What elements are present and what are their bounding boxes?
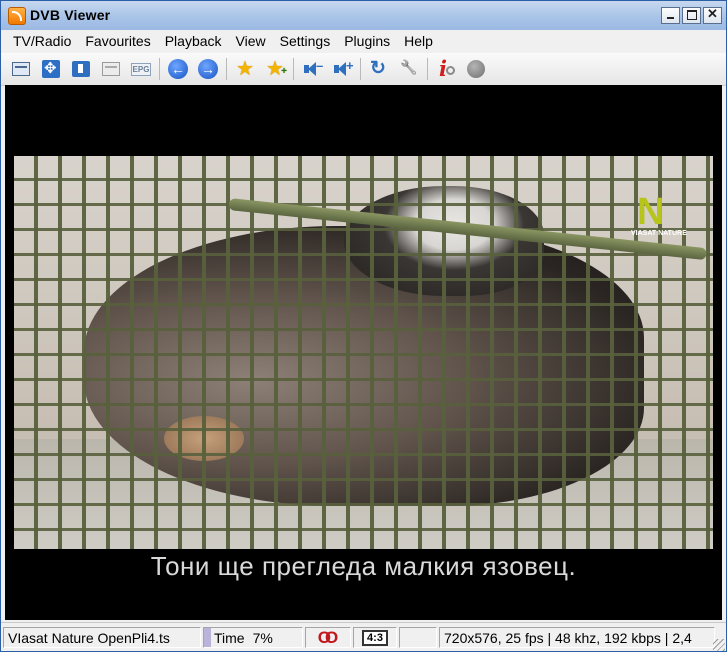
menu-view[interactable]: View: [229, 33, 273, 49]
menu-playback[interactable]: Playback: [158, 33, 229, 49]
add-favourite-icon: ★: [266, 59, 287, 82]
rss-app-icon: [8, 7, 26, 25]
settings-button[interactable]: [397, 57, 421, 81]
volume-down-icon: –: [302, 58, 323, 77]
fullscreen-button[interactable]: [39, 57, 63, 81]
record-icon: [467, 60, 485, 78]
toolbar: EPG ★ ★ – +: [1, 53, 726, 86]
maximize-button[interactable]: [682, 7, 701, 24]
app-window: DVB Viewer ✕ TV/Radio Favourites Playbac…: [0, 0, 727, 652]
window-title: DVB Viewer: [30, 7, 111, 23]
channel-logo-letter: N: [637, 191, 665, 233]
title-bar[interactable]: DVB Viewer ✕: [1, 1, 726, 31]
time-value: 7%: [252, 629, 273, 646]
menu-settings[interactable]: Settings: [273, 33, 338, 49]
osd-button[interactable]: [99, 57, 123, 81]
aspect-ratio-badge: 4:3: [362, 629, 388, 646]
aspect-pane[interactable]: 4:3: [353, 627, 397, 648]
toolbar-separator: [159, 58, 160, 80]
video-display[interactable]: N VIASAT NATURE Тони ще прегледа малкия …: [5, 85, 722, 620]
refresh-icon: [370, 57, 388, 80]
favourites-button[interactable]: ★: [233, 57, 257, 81]
info-icon: [436, 56, 456, 81]
close-icon: ✕: [707, 6, 718, 21]
window-controls: ✕: [661, 6, 722, 24]
settings-wrench-icon: [400, 60, 418, 78]
favourite-icon: ★: [236, 58, 254, 80]
back-icon: [168, 59, 188, 79]
window-mode-button[interactable]: [9, 57, 33, 81]
window-mode-icon: [12, 62, 30, 76]
close-button[interactable]: ✕: [703, 6, 722, 24]
time-label: Time: [214, 629, 245, 646]
record-button[interactable]: [464, 57, 488, 81]
channel-name: VIasat Nature OpenPli4.ts: [8, 629, 170, 646]
volume-down-button[interactable]: –: [300, 57, 324, 81]
menu-bar: TV/Radio Favourites Playback View Settin…: [1, 30, 726, 51]
refresh-button[interactable]: [367, 57, 391, 81]
toolbar-separator: [427, 58, 428, 80]
channel-logo: N VIASAT NATURE: [631, 191, 687, 242]
toolbar-separator: [226, 58, 227, 80]
stream-info: 720x576, 25 fps | 48 khz, 192 kbps | 2,4: [444, 629, 692, 646]
dolby-audio-icon: OO: [317, 627, 339, 647]
volume-up-button[interactable]: +: [330, 57, 354, 81]
audio-pane[interactable]: OO: [305, 627, 351, 648]
status-bar: VIasat Nature OpenPli4.ts Time 7% OO 4:3…: [1, 622, 726, 651]
stream-info-pane: 720x576, 25 fps | 48 khz, 192 kbps | 2,4: [439, 627, 715, 648]
minimize-button[interactable]: [661, 7, 680, 24]
menu-tv-radio[interactable]: TV/Radio: [6, 33, 78, 49]
resize-grip[interactable]: [713, 639, 725, 651]
back-button[interactable]: [166, 57, 190, 81]
volume-up-icon: +: [332, 58, 354, 77]
info-button[interactable]: [434, 56, 458, 81]
toolbar-separator: [360, 58, 361, 80]
forward-button[interactable]: [196, 57, 220, 81]
picture-in-picture-icon: [72, 61, 90, 77]
add-favourite-button[interactable]: ★: [263, 57, 287, 82]
pip-button[interactable]: [69, 57, 93, 81]
channel-pane: VIasat Nature OpenPli4.ts: [3, 627, 201, 648]
menu-plugins[interactable]: Plugins: [337, 33, 397, 49]
menu-favourites[interactable]: Favourites: [78, 33, 157, 49]
video-frame: N VIASAT NATURE: [14, 156, 713, 549]
empty-pane: [399, 627, 437, 648]
osd-icon: [102, 62, 120, 76]
menu-help[interactable]: Help: [397, 33, 440, 49]
subtitle-text: Тони ще прегледа малкия язовец.: [150, 551, 577, 581]
fullscreen-icon: [42, 59, 60, 78]
channel-logo-text: VIASAT NATURE: [631, 230, 687, 237]
time-pane: Time 7%: [203, 627, 303, 648]
epg-icon: EPG: [130, 62, 152, 76]
epg-button[interactable]: EPG: [129, 57, 153, 81]
toolbar-separator: [293, 58, 294, 80]
forward-icon: [198, 59, 218, 79]
